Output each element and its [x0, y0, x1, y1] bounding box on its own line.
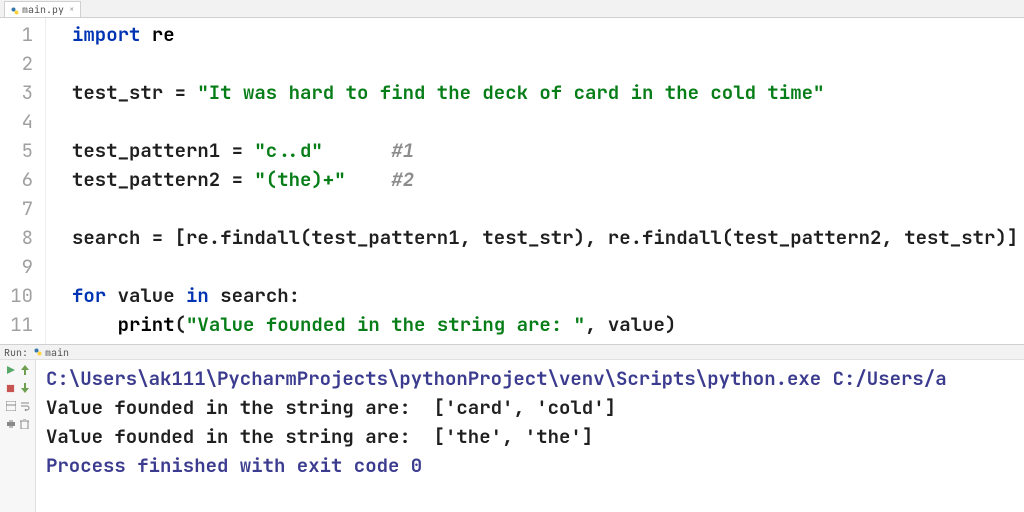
layout-icon[interactable]	[5, 400, 17, 412]
code-line: search = [re.findall(test_pattern1, test…	[72, 223, 1024, 252]
console-line: C:\Users\ak111\PycharmProjects\pythonPro…	[46, 364, 1024, 393]
code-line: test_str = "It was hard to find the deck…	[72, 78, 1024, 107]
down-icon[interactable]	[19, 382, 31, 394]
code-line	[72, 252, 1024, 281]
line-number: 6	[0, 165, 33, 194]
line-number: 8	[0, 223, 33, 252]
line-number: 7	[0, 194, 33, 223]
line-number: 1	[0, 20, 33, 49]
close-icon[interactable]: ×	[69, 3, 74, 15]
console-line: Process finished with exit code 0	[46, 451, 1024, 480]
run-panel: C:\Users\ak111\PycharmProjects\pythonPro…	[0, 360, 1024, 512]
run-config-tab[interactable]: main	[34, 346, 69, 359]
code-line: test_pattern1 = "c..d" #1	[72, 136, 1024, 165]
line-number: 5	[0, 136, 33, 165]
console-line: Value founded in the string are: ['the',…	[46, 422, 1024, 451]
python-file-icon	[34, 346, 42, 359]
python-file-icon	[11, 5, 19, 13]
run-toolbar	[0, 360, 36, 512]
run-label: Run:	[4, 346, 28, 359]
print-icon[interactable]	[5, 418, 17, 430]
code-line	[72, 49, 1024, 78]
console-output[interactable]: C:\Users\ak111\PycharmProjects\pythonPro…	[36, 360, 1024, 512]
line-gutter: 1 2 3 4 5 6 7 8 9 10 11	[0, 18, 46, 344]
stop-icon[interactable]	[5, 382, 17, 394]
code-line: import re	[72, 20, 1024, 49]
code-area[interactable]: import re test_str = "It was hard to fin…	[46, 18, 1024, 344]
rerun-icon[interactable]	[5, 364, 17, 376]
line-number: 9	[0, 252, 33, 281]
wrap-icon[interactable]	[19, 400, 31, 412]
code-line: test_pattern2 = "(the)+" #2	[72, 165, 1024, 194]
tab-label: main.py	[22, 3, 64, 16]
run-config-name: main	[45, 346, 69, 359]
line-number: 10	[0, 281, 33, 310]
code-line: for value in search:	[72, 281, 1024, 310]
trash-icon[interactable]	[19, 418, 31, 430]
code-line	[72, 107, 1024, 136]
run-tool-header: Run: main	[0, 344, 1024, 360]
line-number: 3	[0, 78, 33, 107]
code-editor: 1 2 3 4 5 6 7 8 9 10 11 import re test_s…	[0, 18, 1024, 344]
code-line: print("Value founded in the string are: …	[72, 310, 1024, 339]
console-line: Value founded in the string are: ['card'…	[46, 393, 1024, 422]
code-line	[72, 194, 1024, 223]
editor-tab-bar: main.py ×	[0, 0, 1024, 18]
up-icon[interactable]	[19, 364, 31, 376]
line-number: 2	[0, 49, 33, 78]
line-number: 11	[0, 310, 33, 339]
editor-tab-main[interactable]: main.py ×	[4, 1, 81, 17]
line-number: 4	[0, 107, 33, 136]
